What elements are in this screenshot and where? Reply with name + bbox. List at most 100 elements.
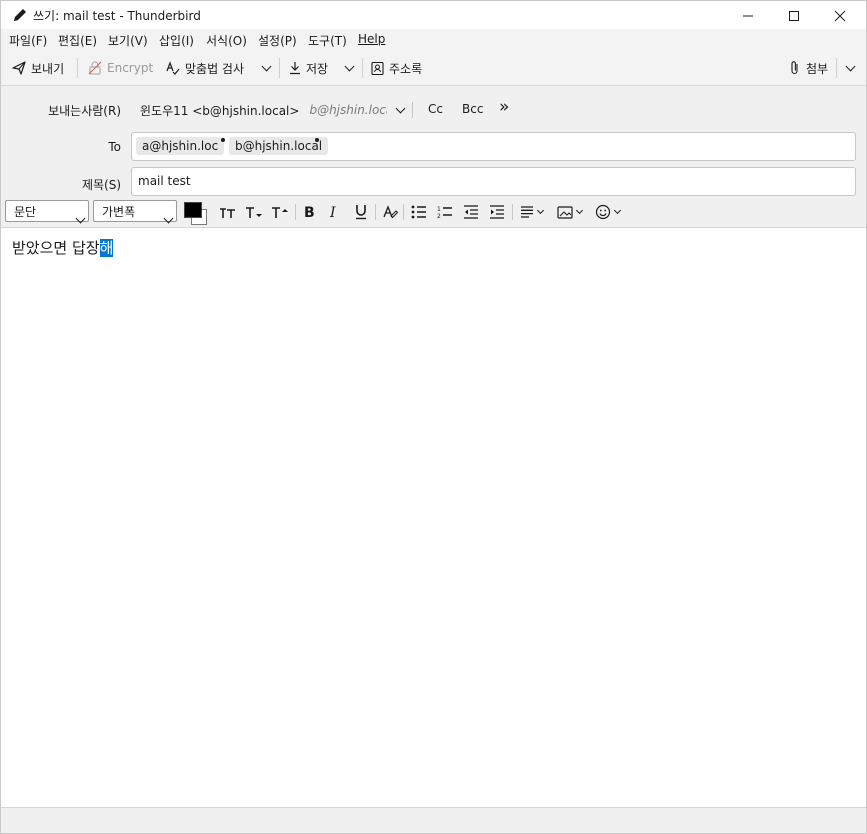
spellcheck-dropdown[interactable] — [259, 57, 273, 79]
color-picker[interactable] — [183, 201, 209, 225]
minimize-button[interactable] — [725, 2, 771, 29]
menu-file[interactable]: 파일(F) — [9, 32, 47, 49]
paperclip-icon — [791, 61, 798, 75]
chevron-down-icon — [261, 61, 271, 72]
menu-options[interactable]: 설정(P) — [258, 32, 297, 49]
compose-toolbar: 보내기 Encrypt 맞춤법 검사 저장 주소록 첨부 — [1, 51, 866, 86]
svg-text:2: 2 — [437, 213, 441, 219]
align-menu-button[interactable] — [516, 202, 546, 222]
decrease-font-size-button[interactable] — [243, 202, 265, 222]
bcc-button[interactable]: Bcc — [462, 102, 483, 116]
from-identity: b@hjshin.local — [309, 103, 387, 117]
chevron-down-icon — [536, 206, 544, 215]
close-icon — [834, 10, 846, 21]
italic-button[interactable]: I — [324, 202, 346, 222]
chevron-down-icon — [163, 213, 174, 224]
spellcheck-button[interactable]: 맞춤법 검사 — [165, 57, 244, 79]
menu-edit[interactable]: 편집(E) — [58, 32, 97, 49]
indent-button[interactable] — [486, 202, 508, 222]
paragraph-format-value: 문단 — [14, 205, 37, 219]
italic-icon: I — [329, 205, 336, 219]
outdent-button[interactable] — [460, 202, 482, 222]
decrease-font-size-icon — [246, 207, 262, 218]
title-bar: 쓰기: mail test - Thunderbird — [1, 1, 866, 29]
bold-button[interactable]: B — [299, 202, 321, 222]
underline-icon — [356, 205, 366, 220]
spellcheck-icon — [166, 61, 180, 75]
increase-font-size-button[interactable] — [269, 202, 291, 222]
menu-format[interactable]: 서식(O) — [206, 32, 247, 49]
format-divider — [403, 204, 404, 220]
body-text-selection: 해 — [99, 239, 114, 257]
address-book-label: 주소록 — [389, 61, 423, 76]
header-divider — [412, 102, 413, 118]
recipient-pill[interactable]: a@hjshin.loc — [136, 137, 224, 155]
attach-button[interactable]: 첨부 — [788, 57, 828, 79]
svg-text:I: I — [329, 205, 336, 219]
paragraph-format-select[interactable]: 문단 — [5, 200, 89, 224]
menu-view[interactable]: 보기(V) — [108, 32, 148, 49]
to-field[interactable]: a@hjshin.loc b@hjshin.local — [131, 132, 856, 161]
maximize-button[interactable] — [771, 2, 817, 29]
from-select[interactable]: 윈도우11 <b@hjshin.local> b@hjshin.local — [140, 99, 406, 121]
bulleted-list-button[interactable] — [408, 202, 430, 222]
chevron-down-icon — [845, 61, 855, 72]
send-icon — [12, 61, 26, 75]
increase-font-size-icon — [272, 207, 288, 218]
numbered-list-icon: 12 — [437, 206, 452, 219]
menu-help[interactable]: Help — [358, 32, 385, 46]
text-style-button[interactable] — [379, 202, 401, 222]
svg-text:B: B — [304, 205, 315, 219]
address-book-button[interactable]: 주소록 — [370, 57, 422, 79]
save-button[interactable]: 저장 — [288, 57, 328, 79]
encrypt-button[interactable]: Encrypt — [87, 57, 153, 79]
cc-button[interactable]: Cc — [428, 102, 443, 116]
subject-label: 제목(S) — [81, 178, 121, 192]
menu-bar: 파일(F) 편집(E) 보기(V) 삽입(I) 서식(O) 설정(P) 도구(T… — [1, 29, 866, 51]
attach-dropdown[interactable] — [843, 57, 857, 79]
recipient-status-dot — [221, 138, 225, 142]
status-bar — [1, 807, 866, 833]
text-style-icon — [383, 205, 398, 219]
save-dropdown[interactable] — [342, 57, 356, 79]
chevron-down-icon — [575, 206, 583, 215]
text-color-swatch[interactable] — [184, 202, 202, 218]
underline-button[interactable] — [350, 202, 372, 222]
insert-menu-button[interactable] — [553, 202, 585, 222]
format-divider — [295, 204, 296, 220]
address-book-icon — [371, 61, 384, 75]
font-select[interactable]: 가변폭 — [93, 200, 177, 224]
svg-text:1: 1 — [437, 206, 441, 213]
emoji-menu-button[interactable] — [591, 202, 623, 222]
send-button[interactable]: 보내기 — [11, 57, 64, 79]
image-icon — [556, 205, 573, 219]
message-body-editor[interactable]: 받았으면 답장해 — [1, 228, 866, 807]
save-label: 저장 — [306, 61, 329, 76]
close-button[interactable] — [817, 2, 863, 29]
body-text-plain: 받았으면 답장 — [12, 239, 100, 257]
pencil-icon — [12, 7, 28, 26]
bold-icon: B — [304, 205, 315, 219]
download-icon — [290, 62, 300, 75]
outdent-icon — [464, 205, 478, 219]
align-left-icon — [520, 206, 533, 218]
subject-field[interactable]: mail test — [131, 167, 856, 196]
recipient-pill[interactable]: b@hjshin.local — [229, 137, 329, 155]
toolbar-divider — [362, 58, 363, 78]
chevron-down-icon — [396, 103, 406, 114]
toolbar-divider — [77, 58, 78, 78]
numbered-list-button[interactable]: 12 — [434, 202, 456, 222]
send-label: 보내기 — [31, 61, 65, 76]
font-value: 가변폭 — [102, 205, 136, 219]
menu-insert[interactable]: 삽입(I) — [159, 32, 194, 49]
subject-input: mail test — [138, 174, 191, 188]
font-size-reset-button[interactable] — [217, 202, 239, 222]
from-name: 윈도우11 <b@hjshin.local> — [140, 103, 300, 118]
more-fields-button[interactable]: » — [499, 97, 509, 117]
chevron-down-icon — [613, 206, 621, 215]
smiley-icon — [595, 204, 610, 220]
format-divider — [512, 204, 513, 220]
menu-tools[interactable]: 도구(T) — [308, 32, 347, 49]
compose-header: 보내는사람(R) 윈도우11 <b@hjshin.local> b@hjshin… — [1, 86, 866, 198]
to-label: To — [108, 140, 121, 154]
